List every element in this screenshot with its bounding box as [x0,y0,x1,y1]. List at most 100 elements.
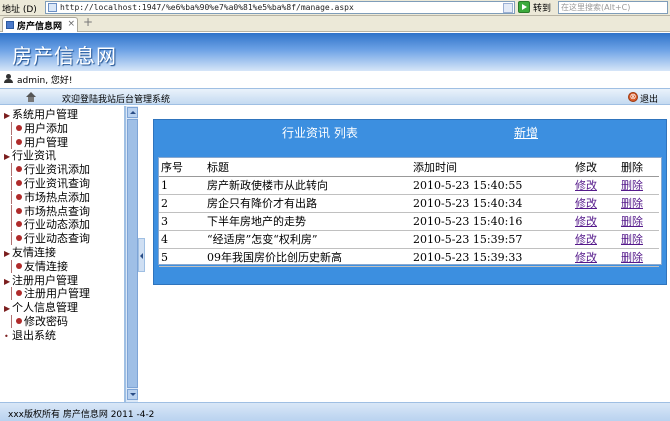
bullet-icon [16,180,22,186]
sidebar-item-label: 友情连接 [24,259,68,273]
edit-link[interactable]: 修改 [575,233,597,246]
sidebar: ▶ 系统用户管理 用户添加 用户管理 ▶ 行业资讯 行业资讯添加 行业资讯查询 市场热点添加 市场… [0,106,125,402]
delete-link[interactable]: 删除 [621,197,643,210]
logout-icon: ⊗ [628,92,638,102]
edit-link[interactable]: 修改 [575,179,597,192]
bullet-icon [16,193,22,200]
delete-link[interactable]: 删除 [621,179,643,192]
table-row: 4 “经适房”怎变“权利房” 2010-5-23 15:39:57 修改 删除 [159,230,659,249]
site-title: 房产信息网 [12,44,117,68]
bullet-icon [16,262,22,269]
scroll-down-icon[interactable] [127,389,138,400]
sidebar-group[interactable]: ▶ 行业资讯 [4,149,56,163]
sidebar-scrollbar[interactable] [125,106,138,402]
browser-search-input[interactable]: 在这里搜索(Alt+C) [558,1,668,14]
table-cell: 删除 [619,176,659,195]
sidebar-item-label: 行业资讯查询 [24,177,90,190]
edit-link[interactable]: 修改 [575,251,597,264]
tab-close-icon[interactable]: × [67,19,75,29]
sidebar-item-label: 友情连接 [12,246,56,259]
sidebar-group[interactable]: ▶ 个人信息管理 [4,301,78,315]
sidebar-group[interactable]: ▶ 友情连接 [4,246,56,260]
tree-line [11,259,12,273]
cell-no: 1 [161,178,168,192]
home-icon[interactable] [26,92,36,102]
tree-line [11,232,12,246]
cell-title: 房企只有降价才有出路 [207,197,317,210]
user-bar: admin, 您好! [0,71,670,87]
panel-title: 行业资讯 列表 [282,126,358,140]
sidebar-item-label: 行业动态查询 [24,232,90,246]
bullet-icon [16,290,22,297]
page-icon [48,3,57,12]
sidebar-item-label: 市场热点查询 [24,204,90,218]
add-news-link[interactable]: 新增 [514,124,538,141]
site-header: 房产信息网 [0,33,670,71]
sidebar-item[interactable]: 用户管理 [11,135,68,149]
sidebar-item[interactable]: 注册用户管理 [11,287,90,301]
sidebar-item-label: 用户添加 [24,121,68,135]
sidebar-item[interactable]: 行业资讯查询 [11,177,90,190]
delete-link[interactable]: 删除 [621,251,643,264]
delete-link[interactable]: 删除 [621,215,643,228]
edit-link[interactable]: 修改 [575,215,597,228]
cell-title: 下半年房地产的走势 [207,215,306,228]
table-cell: 删除 [619,194,659,213]
sidebar-item-label: 系统用户管理 [12,108,78,121]
table-cell: 删除 [619,212,659,231]
browser-tab[interactable]: 房产信息网 × [2,17,78,32]
tree-line [11,204,12,218]
delete-link[interactable]: 删除 [621,233,643,246]
news-table: 序号 标题 添加时间 修改 删除 1 房产新政使楼市从此转向 2010-5-23 1… [159,158,659,267]
new-tab-button[interactable]: + [82,16,94,29]
table-cell: 2010-5-23 15:40:34 [411,194,573,213]
expand-arrow-icon: ▶ [4,152,11,162]
table-row: 2 房企只有降价才有出路 2010-5-23 15:40:34 修改 删除 [159,194,659,213]
sidebar-item[interactable]: 友情连接 [11,259,68,273]
bullet-icon [16,166,22,173]
table-cell: 删除 [619,230,659,249]
sidebar-item[interactable]: 修改密码 [11,315,68,328]
browser-address-bar: 地址 (D) http://localhost:1947/%e6%ba%90%e… [0,0,670,16]
sidebar-item-label: 注册用户管理 [24,287,90,301]
sidebar-item-label: 个人信息管理 [12,301,78,315]
bullet-icon: • [4,331,9,341]
scroll-up-icon[interactable] [127,107,138,118]
table-cell: 5 [159,248,205,267]
table-cell: 2 [159,194,205,213]
scroll-thumb[interactable] [127,119,138,388]
address-dropdown-icon[interactable] [503,3,513,13]
sidebar-group[interactable]: ▶ 注册用户管理 [4,274,78,288]
table-row: 3 下半年房地产的走势 2010-5-23 15:40:16 修改 删除 [159,212,659,231]
go-button[interactable]: 转到 [518,1,556,14]
table-cell: 修改 [573,230,619,249]
tree-line [11,287,12,301]
sidebar-item-label: 行业资讯 [12,149,56,163]
sidebar-item[interactable]: 市场热点查询 [11,204,90,218]
sidebar-group[interactable]: ▶ 系统用户管理 [4,108,78,122]
sidebar-item[interactable]: 行业动态查询 [11,232,90,246]
tab-title: 房产信息网 [17,22,63,32]
logout-label: 退出 [640,95,659,105]
sidebar-item[interactable]: 市场热点添加 [11,190,90,204]
address-label: 地址 (D) [2,5,37,15]
sidebar-item-label: 用户管理 [24,135,68,149]
bullet-icon [16,124,22,131]
top-nav-bar: 欢迎登陆我站后台管理系统 ⊗ 退出 [0,88,670,105]
table-row: 1 房产新政使楼市从此转向 2010-5-23 15:40:55 修改 删除 [159,176,659,195]
table-cell: 2010-5-23 15:39:33 [411,248,573,267]
edit-link[interactable]: 修改 [575,197,597,210]
sidebar-group[interactable]: • 退出系统 [4,329,56,343]
sidebar-item[interactable]: 用户添加 [11,121,68,135]
address-input[interactable]: http://localhost:1947/%e6%ba%90%e7%a0%81… [45,1,515,14]
footer: xxx版权所有 房产信息网 2011 -4-2 [0,402,670,421]
sidebar-item[interactable]: 行业动态添加 [11,218,90,232]
table-cell: 修改 [573,248,619,267]
cell-title: 房产新政使楼市从此转向 [207,179,328,192]
sidebar-item-label: 市场热点添加 [24,190,90,204]
sidebar-item[interactable]: 行业资讯添加 [11,163,90,177]
header-delete: 删除 [619,158,659,177]
expand-arrow-icon: ▶ [4,249,11,258]
sidebar-collapse-handle[interactable] [138,238,145,272]
bullet-icon [16,235,22,242]
